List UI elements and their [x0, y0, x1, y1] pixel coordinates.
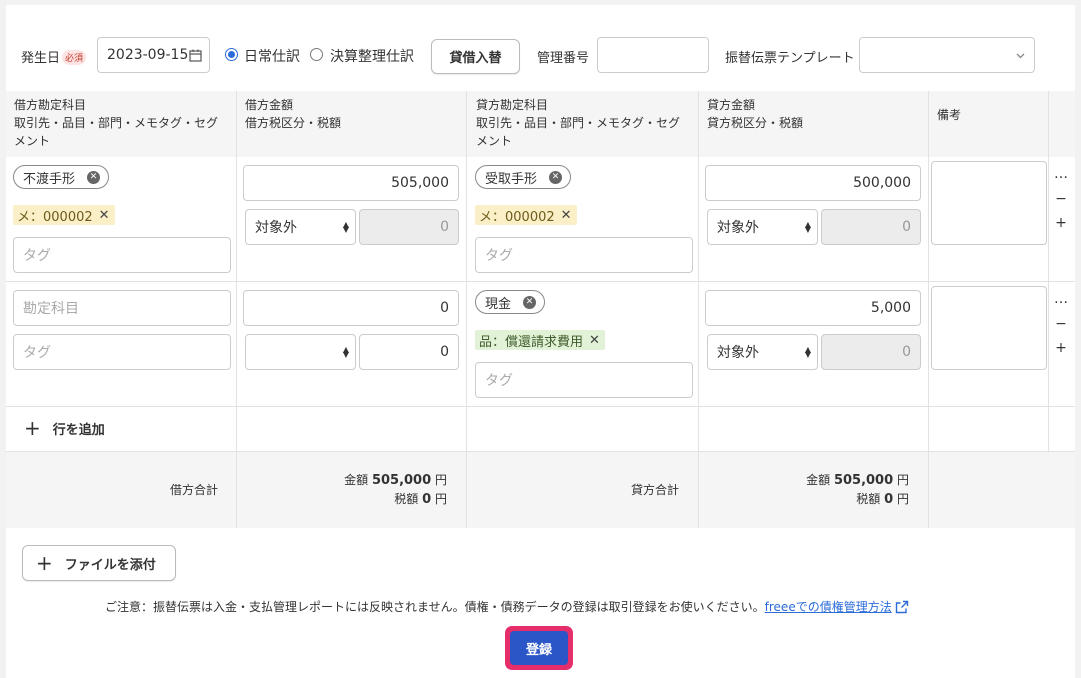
- credit-tax-amount: 0: [821, 334, 921, 370]
- column-divider: [698, 452, 699, 528]
- radio-closing-entry[interactable]: [310, 48, 323, 61]
- totals-row: [6, 452, 1075, 528]
- credit-amount-input[interactable]: 500,000: [705, 165, 921, 201]
- header-debit-account: 借方勘定科目 取引先・品目・部門・メモタグ・セグメント: [14, 98, 219, 148]
- management-number-label: 管理番号: [537, 51, 590, 66]
- credit-account-chip[interactable]: 受取手形 ✕: [475, 165, 572, 189]
- select-arrows-icon: ▲ ▼: [804, 345, 811, 359]
- select-arrows-icon: ▲ ▼: [342, 345, 349, 359]
- credit-total-label: 貸方合計: [631, 483, 680, 497]
- credit-tax-type-select[interactable]: 対象外 ▲ ▼: [707, 209, 818, 245]
- row-more-icon[interactable]: …: [1054, 287, 1068, 312]
- remove-tag-icon[interactable]: ✕: [561, 208, 572, 223]
- header-remarks: 備考: [937, 108, 962, 122]
- row-add-icon[interactable]: +: [1054, 211, 1068, 236]
- debit-total-label: 借方合計: [170, 483, 219, 497]
- column-divider: [466, 452, 467, 528]
- row-add-icon[interactable]: +: [1054, 336, 1068, 361]
- plus-icon: +: [36, 551, 53, 575]
- date-label: 発生日 必須: [21, 47, 87, 66]
- debit-tax-amount-input[interactable]: 0: [359, 334, 459, 370]
- row-divider: [6, 281, 1075, 282]
- debit-account-input[interactable]: 勘定科目: [13, 290, 231, 326]
- credit-tag-input[interactable]: タグ: [475, 362, 693, 398]
- select-arrows-icon: ▲ ▼: [804, 220, 811, 234]
- chevron-down-icon: [1016, 53, 1025, 59]
- select-arrows-icon: ▲ ▼: [342, 220, 349, 234]
- row-remove-icon[interactable]: −: [1054, 187, 1068, 212]
- radio-closing-label: 決算整理仕訳: [330, 49, 414, 65]
- remarks-textarea[interactable]: [931, 286, 1047, 370]
- credit-item-tag: 品：償還請求費用 ✕: [475, 330, 605, 350]
- credit-tag-input[interactable]: タグ: [475, 237, 693, 273]
- row-remove-icon[interactable]: −: [1054, 312, 1068, 337]
- register-button[interactable]: 登録: [510, 631, 568, 665]
- debit-tag-input[interactable]: タグ: [13, 334, 231, 370]
- calendar-icon[interactable]: [189, 49, 202, 62]
- receivables-help-link[interactable]: freeeでの債権管理方法: [765, 600, 892, 614]
- close-icon[interactable]: ✕: [549, 170, 563, 184]
- debit-tax-type-select[interactable]: ▲ ▼: [245, 334, 356, 370]
- debit-amount-input[interactable]: 0: [243, 290, 459, 326]
- header-credit-amount: 貸方金額 貸方税区分・税額: [707, 98, 804, 130]
- remove-tag-icon[interactable]: ✕: [99, 208, 110, 223]
- required-badge: 必須: [62, 50, 87, 65]
- plus-icon: +: [24, 416, 41, 440]
- close-icon[interactable]: ✕: [87, 170, 101, 184]
- debit-account-chip[interactable]: 不渡手形 ✕: [13, 165, 110, 189]
- credit-account-chip[interactable]: 現金 ✕: [475, 290, 546, 314]
- credit-tax-amount: 0: [821, 209, 921, 245]
- swap-debit-credit-button[interactable]: 貸借入替: [431, 39, 520, 74]
- remove-tag-icon[interactable]: ✕: [589, 333, 600, 348]
- column-divider: [928, 452, 929, 528]
- template-label: 振替伝票テンプレート: [725, 51, 855, 66]
- notice-text: ご注意：振替伝票は入金・支払管理レポートには反映されません。債権・債務データの登…: [105, 598, 909, 615]
- date-input[interactable]: 2023-09-15: [97, 37, 210, 73]
- debit-total-values: 金額 505,000 円 税額 0 円: [344, 473, 447, 507]
- column-divider: [236, 452, 237, 528]
- debit-memo-tag: メ：000002 ✕: [13, 205, 115, 225]
- submit-highlight: 登録: [505, 626, 573, 670]
- credit-total-values: 金額 505,000 円 税額 0 円: [806, 473, 909, 507]
- management-number-input[interactable]: [597, 37, 709, 73]
- radio-normal-label: 日常仕訳: [244, 49, 300, 65]
- close-icon[interactable]: ✕: [523, 295, 537, 309]
- row-divider: [6, 406, 1075, 407]
- external-link-icon[interactable]: [895, 600, 909, 614]
- remarks-textarea[interactable]: [931, 161, 1047, 245]
- add-row-button[interactable]: + 行を追加: [24, 418, 105, 438]
- header-debit-amount: 借方金額 借方税区分・税額: [245, 98, 342, 130]
- debit-tax-amount: 0: [359, 209, 459, 245]
- template-select[interactable]: [859, 37, 1035, 73]
- debit-tax-type-select[interactable]: 対象外 ▲ ▼: [245, 209, 356, 245]
- credit-memo-tag: メ：000002 ✕: [475, 205, 577, 225]
- credit-tax-type-select[interactable]: 対象外 ▲ ▼: [707, 334, 818, 370]
- row-more-icon[interactable]: …: [1054, 162, 1068, 187]
- header-credit-account: 貸方勘定科目 取引先・品目・部門・メモタグ・セグメント: [476, 98, 681, 148]
- credit-amount-input[interactable]: 5,000: [705, 290, 921, 326]
- debit-tag-input[interactable]: タグ: [13, 237, 231, 273]
- attach-file-button[interactable]: + ファイルを添付: [22, 545, 176, 581]
- debit-amount-input[interactable]: 505,000: [243, 165, 459, 201]
- radio-normal-entry[interactable]: [225, 48, 238, 61]
